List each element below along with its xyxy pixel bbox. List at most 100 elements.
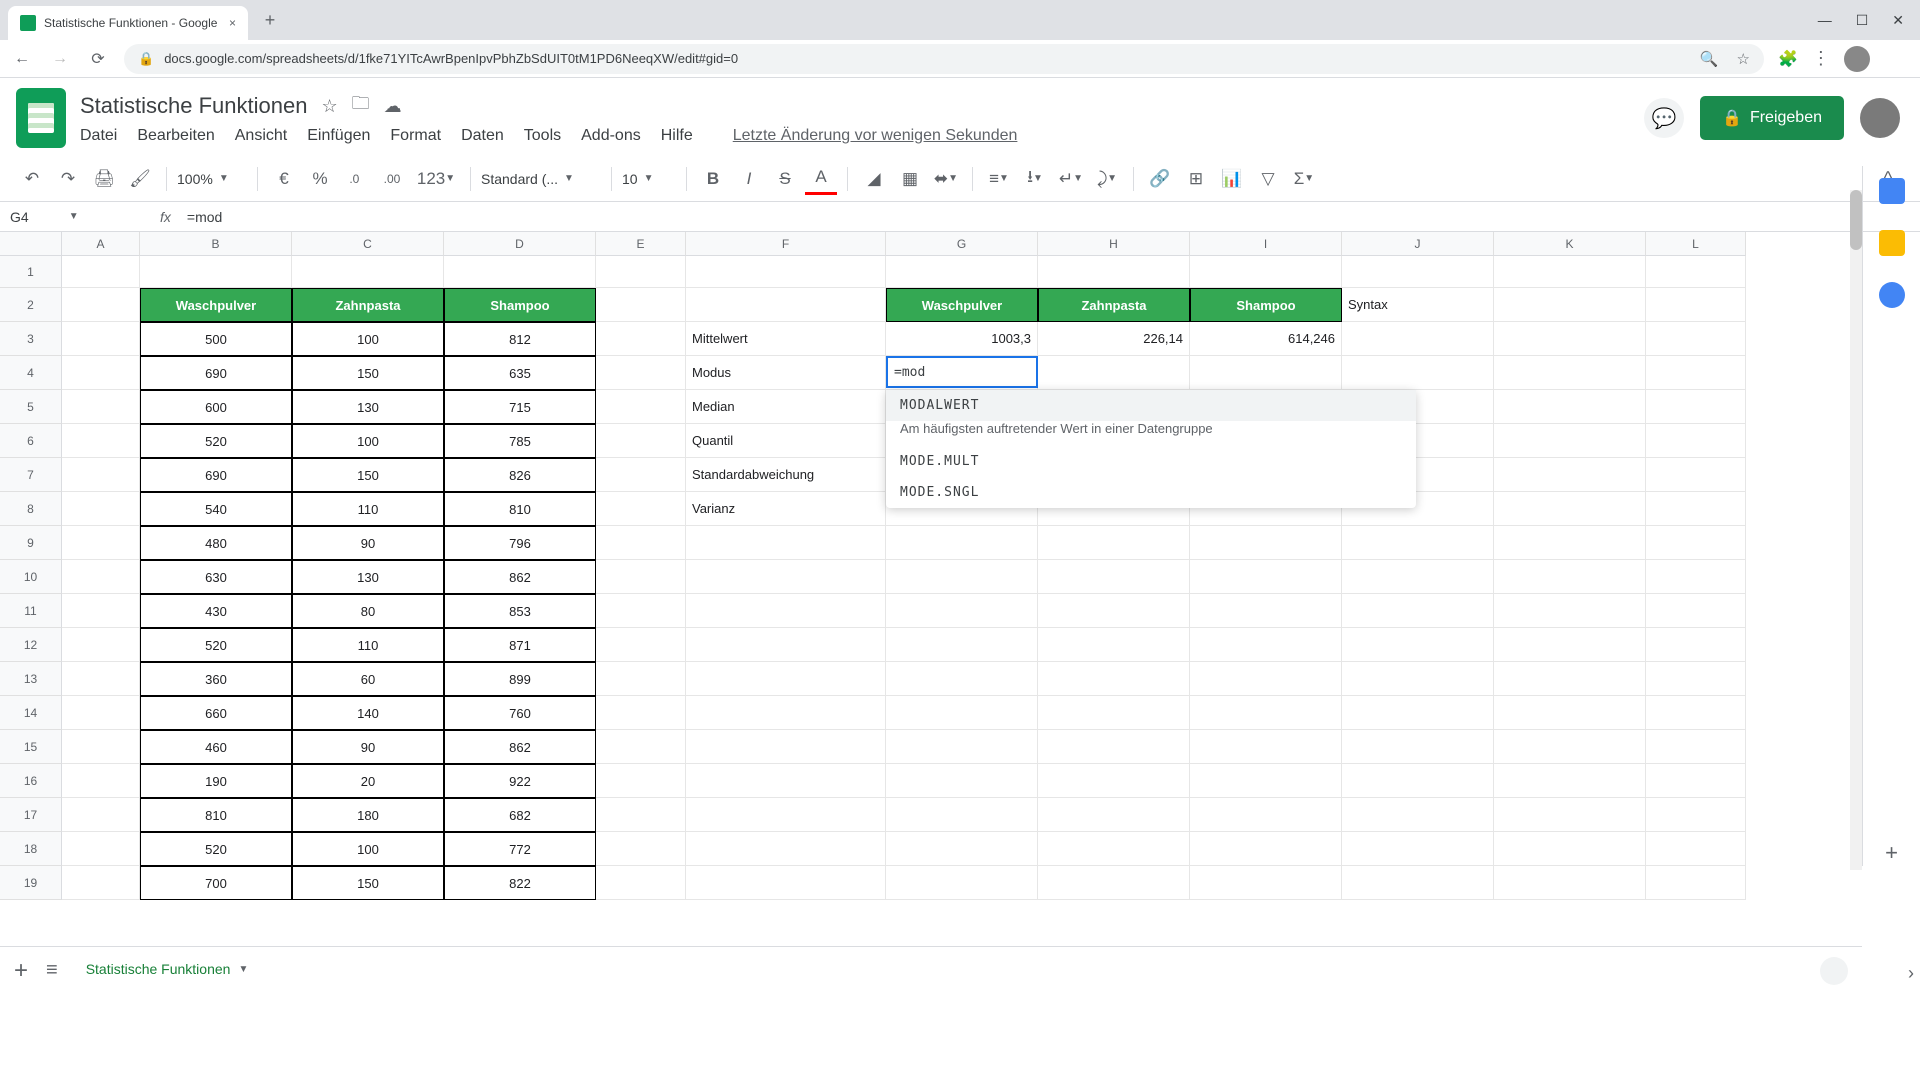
col-header-K[interactable]: K xyxy=(1494,232,1646,256)
print-icon[interactable]: 🖨 xyxy=(88,163,120,195)
valign-icon[interactable]: ⭳▼ xyxy=(1019,163,1051,195)
sheet-tab[interactable]: Statistische Funktionen ▼ xyxy=(76,947,259,994)
data-D13[interactable]: 899 xyxy=(444,662,596,696)
data-C3[interactable]: 100 xyxy=(292,322,444,356)
cell-K4[interactable] xyxy=(1494,356,1646,390)
data-D9[interactable]: 796 xyxy=(444,526,596,560)
star-doc-icon[interactable]: ☆ xyxy=(321,96,337,117)
cell-L9[interactable] xyxy=(1646,526,1746,560)
data-C15[interactable]: 90 xyxy=(292,730,444,764)
number-format-select[interactable]: 123▼ xyxy=(412,163,460,195)
zoom-icon[interactable]: 🔍 xyxy=(1700,50,1719,68)
cell-L15[interactable] xyxy=(1646,730,1746,764)
data-D16[interactable]: 922 xyxy=(444,764,596,798)
functions-icon[interactable]: Σ▼ xyxy=(1288,163,1320,195)
decrease-decimal-icon[interactable]: .0 xyxy=(340,163,372,195)
chart-icon[interactable]: 📊 xyxy=(1216,163,1248,195)
cell-H10[interactable] xyxy=(1038,560,1190,594)
header2-H[interactable]: Zahnpasta xyxy=(1038,288,1190,322)
row-header-16[interactable]: 16 xyxy=(0,764,62,798)
col-header-C[interactable]: C xyxy=(292,232,444,256)
col-header-E[interactable]: E xyxy=(596,232,686,256)
cell-F14[interactable] xyxy=(686,696,886,730)
data-D12[interactable]: 871 xyxy=(444,628,596,662)
data-C6[interactable]: 100 xyxy=(292,424,444,458)
cell-I10[interactable] xyxy=(1190,560,1342,594)
data-B8[interactable]: 540 xyxy=(140,492,292,526)
menu-ansicht[interactable]: Ansicht xyxy=(235,127,287,145)
cell-A7[interactable] xyxy=(62,458,140,492)
data-B6[interactable]: 520 xyxy=(140,424,292,458)
cell-L4[interactable] xyxy=(1646,356,1746,390)
select-all-corner[interactable] xyxy=(0,232,62,256)
cell-I15[interactable] xyxy=(1190,730,1342,764)
cell-L16[interactable] xyxy=(1646,764,1746,798)
cell-J1[interactable] xyxy=(1342,256,1494,288)
undo-icon[interactable]: ↶ xyxy=(16,163,48,195)
cell-K10[interactable] xyxy=(1494,560,1646,594)
link-icon[interactable]: 🔗 xyxy=(1144,163,1176,195)
data-B19[interactable]: 700 xyxy=(140,866,292,900)
move-icon[interactable]: 🗀 xyxy=(352,91,370,121)
cell-L6[interactable] xyxy=(1646,424,1746,458)
cell-I19[interactable] xyxy=(1190,866,1342,900)
strike-icon[interactable]: S xyxy=(769,163,801,195)
calendar-icon[interactable] xyxy=(1879,178,1905,204)
row-header-3[interactable]: 3 xyxy=(0,322,62,356)
maximize-icon[interactable]: ☐ xyxy=(1856,12,1869,29)
data-B11[interactable]: 430 xyxy=(140,594,292,628)
menu-hilfe[interactable]: Hilfe xyxy=(661,127,693,145)
data-B10[interactable]: 630 xyxy=(140,560,292,594)
comments-icon[interactable]: 💬 xyxy=(1644,98,1684,138)
row-header-6[interactable]: 6 xyxy=(0,424,62,458)
data-D19[interactable]: 822 xyxy=(444,866,596,900)
cell-J15[interactable] xyxy=(1342,730,1494,764)
forward-icon[interactable]: → xyxy=(48,50,72,68)
row-header-8[interactable]: 8 xyxy=(0,492,62,526)
cell-G16[interactable] xyxy=(886,764,1038,798)
cell-F18[interactable] xyxy=(686,832,886,866)
cell-E17[interactable] xyxy=(596,798,686,832)
cell-G17[interactable] xyxy=(886,798,1038,832)
cell-K16[interactable] xyxy=(1494,764,1646,798)
cell-I11[interactable] xyxy=(1190,594,1342,628)
cell-J3[interactable] xyxy=(1342,322,1494,356)
explore-icon[interactable] xyxy=(1820,957,1848,985)
zoom-select[interactable]: 100%▼ xyxy=(177,171,247,187)
keep-icon[interactable] xyxy=(1879,230,1905,256)
cell-E18[interactable] xyxy=(596,832,686,866)
cell-D1[interactable] xyxy=(444,256,596,288)
row-header-12[interactable]: 12 xyxy=(0,628,62,662)
cell-J11[interactable] xyxy=(1342,594,1494,628)
row-header-9[interactable]: 9 xyxy=(0,526,62,560)
account-avatar[interactable] xyxy=(1860,98,1900,138)
borders-icon[interactable]: ▦ xyxy=(894,163,926,195)
cell-K19[interactable] xyxy=(1494,866,1646,900)
cell-F13[interactable] xyxy=(686,662,886,696)
cell-L19[interactable] xyxy=(1646,866,1746,900)
cell-L11[interactable] xyxy=(1646,594,1746,628)
cell-E19[interactable] xyxy=(596,866,686,900)
cell-I14[interactable] xyxy=(1190,696,1342,730)
cell-K7[interactable] xyxy=(1494,458,1646,492)
data-C4[interactable]: 150 xyxy=(292,356,444,390)
cell-E11[interactable] xyxy=(596,594,686,628)
cell-L3[interactable] xyxy=(1646,322,1746,356)
cell-E3[interactable] xyxy=(596,322,686,356)
cell-G1[interactable] xyxy=(886,256,1038,288)
row-header-4[interactable]: 4 xyxy=(0,356,62,390)
tasks-icon[interactable] xyxy=(1879,282,1905,308)
menu-addons[interactable]: Add-ons xyxy=(581,127,641,145)
data-C14[interactable]: 140 xyxy=(292,696,444,730)
side-panel-toggle-icon[interactable]: › xyxy=(1908,963,1914,984)
sheets-logo-icon[interactable] xyxy=(16,88,66,148)
add-addon-icon[interactable]: + xyxy=(1885,840,1898,866)
cell-A17[interactable] xyxy=(62,798,140,832)
cell-H11[interactable] xyxy=(1038,594,1190,628)
cell-A6[interactable] xyxy=(62,424,140,458)
cell-K18[interactable] xyxy=(1494,832,1646,866)
data-C9[interactable]: 90 xyxy=(292,526,444,560)
cell-F15[interactable] xyxy=(686,730,886,764)
cell-G18[interactable] xyxy=(886,832,1038,866)
cell-L18[interactable] xyxy=(1646,832,1746,866)
